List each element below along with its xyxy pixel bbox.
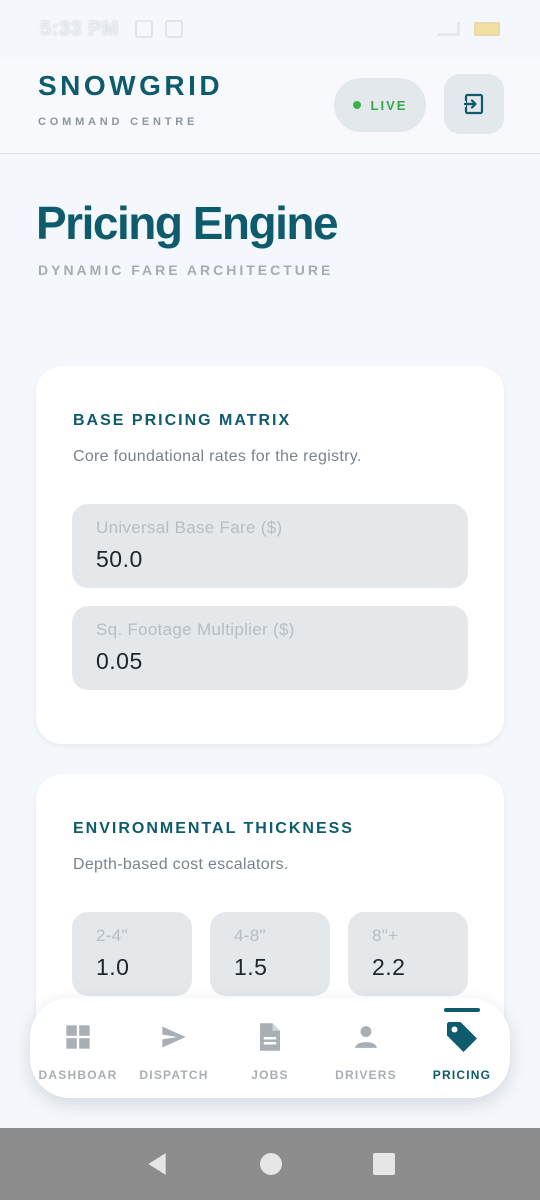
nav-label-pricing: PRICING bbox=[432, 1068, 492, 1082]
thickness-field-2-4[interactable]: 2-4" 1.0 bbox=[72, 912, 192, 996]
live-label: LIVE bbox=[370, 97, 408, 113]
nav-item-jobs[interactable]: JOBS bbox=[222, 998, 318, 1098]
back-icon[interactable] bbox=[144, 1151, 170, 1177]
app-icon bbox=[165, 20, 184, 38]
base-fare-value: 50.0 bbox=[96, 546, 143, 572]
thickness-description: Depth-based cost escalators. bbox=[73, 856, 289, 873]
thickness-value-2-4: 1.0 bbox=[96, 954, 130, 980]
tag-icon bbox=[447, 1022, 477, 1052]
page-title: Pricing Engine bbox=[36, 197, 339, 249]
status-time: 5:33 PM bbox=[40, 17, 120, 40]
thickness-label-4-8: 4-8" bbox=[234, 926, 266, 945]
signal-icon bbox=[438, 22, 460, 36]
brand-name: SNOWGRID bbox=[38, 70, 224, 101]
status-notification-icons bbox=[135, 20, 184, 38]
base-fare-field[interactable]: Universal Base Fare ($) 50.0 bbox=[72, 504, 468, 588]
base-fare-label: Universal Base Fare ($) bbox=[96, 518, 283, 537]
system-nav-bar bbox=[0, 1128, 540, 1200]
logout-button[interactable] bbox=[444, 74, 504, 134]
page-subtitle: DYNAMIC FARE ARCHITECTURE bbox=[38, 262, 334, 278]
live-dot-icon bbox=[352, 101, 361, 109]
live-status-badge[interactable]: LIVE bbox=[334, 78, 426, 132]
thickness-title: ENVIRONMENTAL THICKNESS bbox=[73, 820, 354, 837]
home-icon[interactable] bbox=[259, 1152, 283, 1176]
bottom-nav: DASHBOAR DISPATCH JOBS DRIVERS PRICING bbox=[30, 998, 510, 1098]
person-icon bbox=[355, 1026, 377, 1048]
nav-item-drivers[interactable]: DRIVERS bbox=[318, 998, 414, 1098]
sqft-multiplier-value: 0.05 bbox=[96, 648, 143, 674]
nav-item-dispatch[interactable]: DISPATCH bbox=[126, 998, 222, 1098]
base-pricing-card: BASE PRICING MATRIX Core foundational ra… bbox=[36, 366, 504, 744]
nav-item-pricing[interactable]: PRICING bbox=[414, 998, 510, 1098]
thickness-label-8-plus: 8"+ bbox=[372, 926, 399, 945]
status-bar: 5:33 PM bbox=[0, 0, 540, 58]
grid-icon bbox=[66, 1025, 90, 1049]
sqft-multiplier-field[interactable]: Sq. Footage Multiplier ($) 0.05 bbox=[72, 606, 468, 690]
base-pricing-title: BASE PRICING MATRIX bbox=[73, 412, 292, 429]
send-icon bbox=[162, 1026, 186, 1048]
nav-label-drivers: DRIVERS bbox=[335, 1068, 397, 1082]
app-header: SNOWGRID COMMAND CENTRE LIVE bbox=[0, 58, 540, 154]
battery-icon bbox=[474, 22, 500, 36]
brand: SNOWGRID COMMAND CENTRE bbox=[38, 70, 223, 128]
active-indicator bbox=[444, 1008, 480, 1012]
status-system-icons bbox=[438, 22, 500, 36]
nav-label-dashboard: DASHBOAR bbox=[38, 1068, 118, 1082]
thickness-label-2-4: 2-4" bbox=[96, 926, 128, 945]
nav-item-dashboard[interactable]: DASHBOAR bbox=[30, 998, 126, 1098]
base-pricing-description: Core foundational rates for the registry… bbox=[73, 448, 362, 465]
thickness-value-8-plus: 2.2 bbox=[372, 954, 406, 980]
thickness-field-8-plus[interactable]: 8"+ 2.2 bbox=[348, 912, 468, 996]
thickness-field-4-8[interactable]: 4-8" 1.5 bbox=[210, 912, 330, 996]
document-icon bbox=[260, 1023, 280, 1051]
logout-icon bbox=[462, 93, 484, 115]
sqft-multiplier-label: Sq. Footage Multiplier ($) bbox=[96, 620, 295, 639]
thickness-value-4-8: 1.5 bbox=[234, 954, 268, 980]
notification-icon bbox=[135, 20, 154, 38]
nav-label-jobs: JOBS bbox=[251, 1068, 289, 1082]
brand-subtitle: COMMAND CENTRE bbox=[38, 116, 199, 128]
recents-icon[interactable] bbox=[372, 1152, 396, 1176]
nav-label-dispatch: DISPATCH bbox=[139, 1068, 209, 1082]
